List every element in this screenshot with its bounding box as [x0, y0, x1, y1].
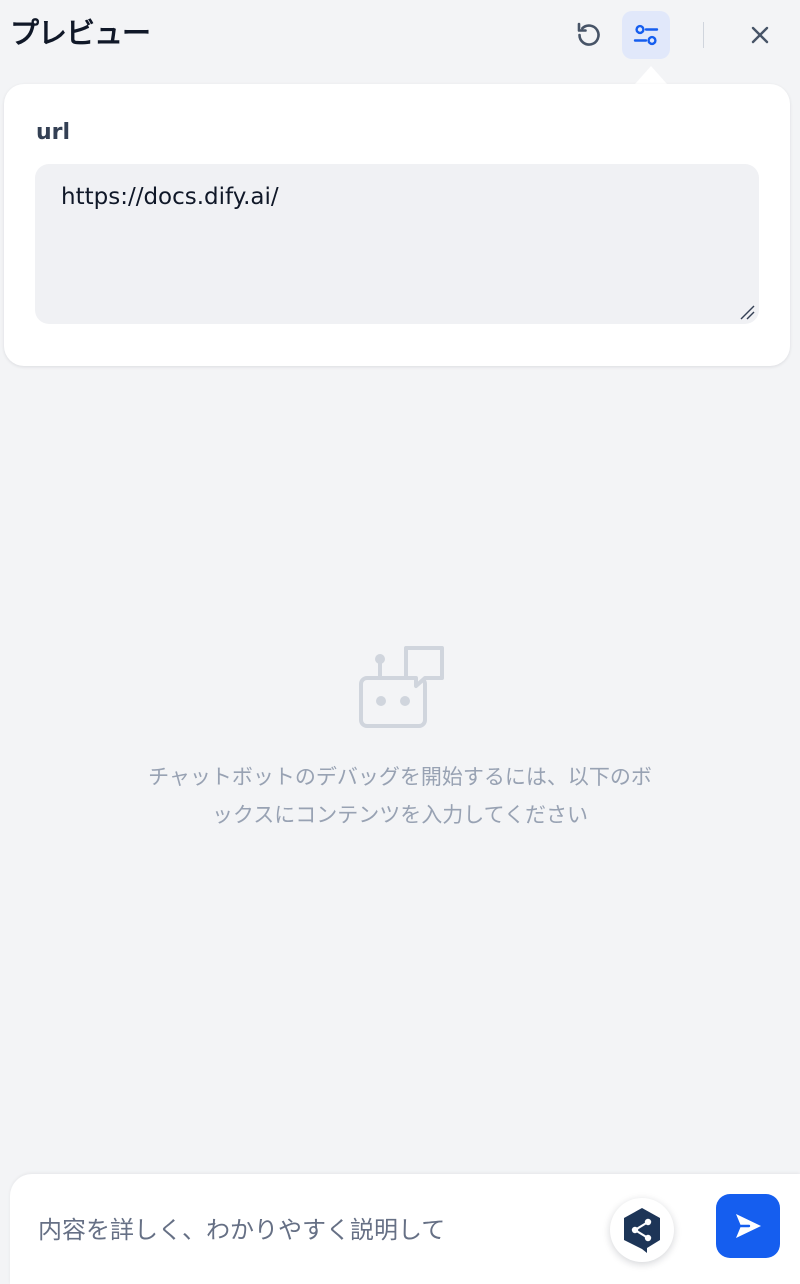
send-icon [736, 1214, 761, 1238]
header: プレビュー [0, 0, 800, 70]
resize-handle-icon[interactable] [739, 304, 755, 320]
url-field[interactable]: https://docs.dify.ai/ [35, 164, 759, 324]
chat-input-bar: 内容を詳しく、わかりやすく説明して [10, 1174, 800, 1284]
page-title: プレビュー [10, 16, 151, 50]
chatbot-icon [359, 646, 444, 728]
url-field-label: url [36, 120, 71, 145]
share-hexagon-icon [624, 1208, 660, 1253]
variables-panel: url https://docs.dify.ai/ [4, 84, 790, 366]
send-button[interactable] [716, 1194, 780, 1258]
close-icon [751, 26, 769, 44]
settings-button[interactable] [622, 11, 670, 59]
panel-caret [635, 66, 667, 84]
empty-state-message: チャットボットのデバッグを開始するには、以下のボックスにコンテンツを入力してくだ… [148, 765, 652, 827]
close-button[interactable] [738, 13, 782, 57]
empty-state: チャットボットのデバッグを開始するには、以下のボックスにコンテンツを入力してくだ… [0, 640, 800, 834]
header-divider [703, 22, 704, 48]
refresh-icon [577, 22, 600, 46]
settings-sliders-icon [633, 24, 659, 46]
refresh-button[interactable] [566, 12, 612, 58]
url-field-value[interactable]: https://docs.dify.ai/ [61, 184, 279, 210]
extension-button[interactable] [610, 1198, 674, 1262]
chat-input[interactable]: 内容を詳しく、わかりやすく説明して [38, 1210, 445, 1245]
